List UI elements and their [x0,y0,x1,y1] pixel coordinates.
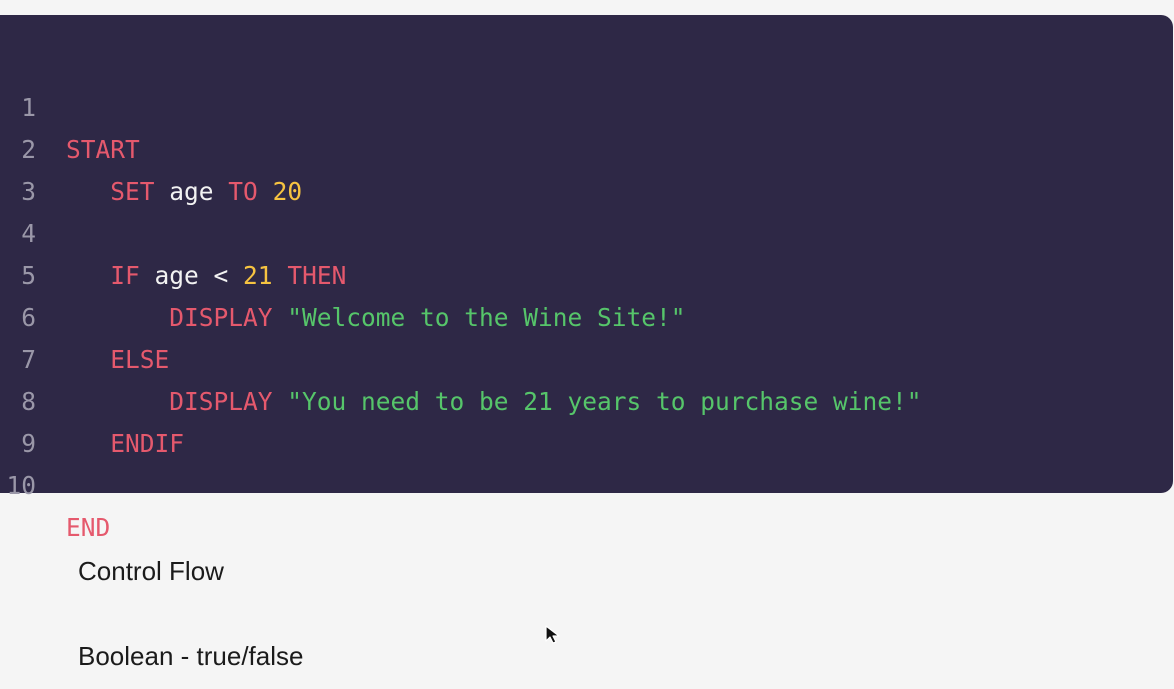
number-token: 20 [272,177,303,206]
line-number: 10 [6,471,36,500]
code-line: 8 ENDIF [0,339,184,458]
keyword-token: ELSE [110,345,170,374]
number-token: 21 [243,261,273,290]
code-text: DISPLAY "Welcome to the Wine Site!" [66,297,686,339]
code-line: 4 IF age < 21 THEN [0,171,346,290]
code-text: END [66,507,110,549]
keyword-token: IF [110,261,140,290]
keyword-token: SET [110,177,155,206]
code-text: DISPLAY "You need to be 21 years to purc… [66,381,922,423]
code-line: 9 [0,381,59,458]
keyword-token: ENDIF [110,429,185,458]
code-line: 2 SET age TO 20 [0,87,302,206]
keyword-token: TO [228,177,258,206]
boolean-label: Boolean - true/false [78,641,304,671]
code-text: START [66,129,140,171]
identifier-token: age [154,177,229,206]
keyword-token: START [66,135,140,164]
code-line: 7 DISPLAY "You need to be 21 years to pu… [0,297,921,416]
string-token: "Welcome to the Wine Site!" [287,303,686,332]
keyword-token: DISPLAY [169,303,273,332]
arrow-cursor-icon [545,625,560,644]
keyword-token: END [66,513,111,542]
keyword-token: DISPLAY [169,387,273,416]
identifier-token: age < [139,261,244,290]
control-flow-label: Control Flow [78,556,224,586]
code-line: 6 ELSE [0,255,169,374]
string-token: "You need to be 21 years to purchase win… [287,387,922,416]
code-line: 3 [0,129,59,206]
code-text: IF age < 21 THEN [66,255,346,297]
code-line: 10 END [0,423,110,542]
code-block: 1 START 2 SET age TO 20 3 4 IF age < 21 … [0,15,1173,542]
keyword-token: THEN [287,261,347,290]
code-text: ELSE [66,339,169,381]
code-text: SET age TO 20 [66,171,302,213]
code-text: ENDIF [66,423,184,465]
code-line: 5 DISPLAY "Welcome to the Wine Site!" [0,213,685,332]
code-line: 1 START [0,45,140,164]
